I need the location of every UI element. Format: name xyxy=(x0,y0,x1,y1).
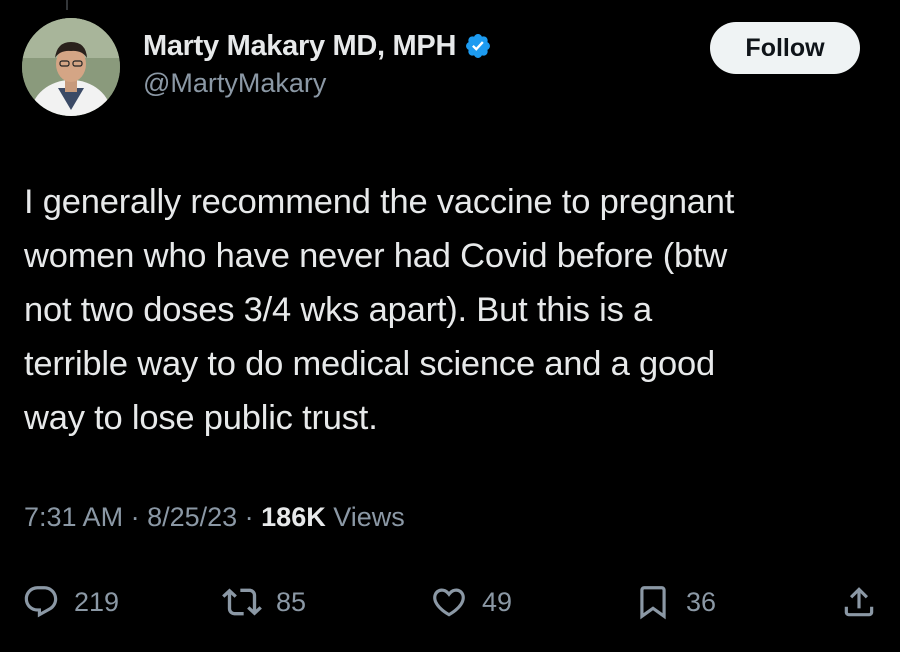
tweet-text-line: not two doses 3/4 wks apart). But this i… xyxy=(24,291,653,329)
tweet-text-line: women who have never had Covid before (b… xyxy=(24,237,728,275)
thread-connector-line xyxy=(66,0,68,10)
retweet-button[interactable]: 85 xyxy=(222,575,306,629)
reply-button[interactable]: 219 xyxy=(22,575,119,629)
views-label: Views xyxy=(325,502,405,532)
avatar-photo xyxy=(22,18,120,116)
share-arrow-icon xyxy=(840,583,878,621)
tweet-time[interactable]: 7:31 AM xyxy=(24,502,123,532)
follow-button[interactable]: Follow xyxy=(710,22,860,74)
speech-bubble-icon xyxy=(22,583,60,621)
share-button[interactable] xyxy=(840,575,878,629)
heart-icon xyxy=(430,583,468,621)
tweet-action-bar: 219 85 49 36 xyxy=(22,575,882,629)
tweet-date[interactable]: 8/25/23 xyxy=(147,502,237,532)
reply-count: 219 xyxy=(74,586,120,617)
bookmark-icon xyxy=(634,583,672,621)
tweet-metadata: 7:31 AM · 8/25/23 · 186K Views xyxy=(24,502,405,533)
author-handle[interactable]: @MartyMakary xyxy=(143,68,492,99)
author-name-row: Marty Makary MD, MPH xyxy=(143,26,492,66)
meta-separator: · xyxy=(237,502,262,532)
retweet-count: 85 xyxy=(276,586,307,617)
tweet-text-line: I generally recommend the vaccine to pre… xyxy=(24,183,735,221)
bookmark-count: 36 xyxy=(686,586,717,617)
author-info: Marty Makary MD, MPH @MartyMakary xyxy=(143,26,492,99)
tweet-text-line: terrible way to do medical science and a… xyxy=(24,345,715,383)
avatar[interactable] xyxy=(22,18,120,116)
tweet-text-line: way to lose public trust. xyxy=(24,399,378,437)
author-display-name[interactable]: Marty Makary MD, MPH xyxy=(143,30,456,63)
bookmark-button[interactable]: 36 xyxy=(634,575,716,629)
tweet-text: I generally recommend the vaccine to pre… xyxy=(24,175,884,445)
views-count: 186K xyxy=(261,502,326,532)
tweet-header: Marty Makary MD, MPH @MartyMakary Follow xyxy=(20,18,880,118)
retweet-arrows-icon xyxy=(222,582,262,622)
verified-badge-icon[interactable] xyxy=(464,32,492,60)
meta-separator: · xyxy=(123,502,148,532)
like-button[interactable]: 49 xyxy=(430,575,512,629)
like-count: 49 xyxy=(482,586,513,617)
